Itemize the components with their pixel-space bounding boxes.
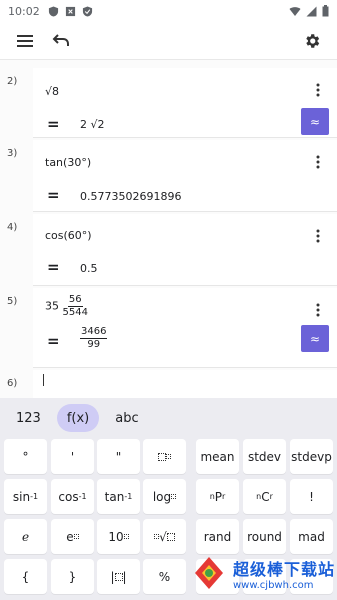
status-bar: 10:02 [0,0,337,22]
entry-4: 4) cos(60°) = 0.5 [0,214,337,286]
entry-result: 0.5773502691896 [80,190,182,203]
tab-123[interactable]: 123 [6,404,51,432]
key-mean[interactable]: mean [196,439,239,474]
entry-card[interactable] [33,140,337,212]
tab-abc[interactable]: abc [105,404,148,432]
menu-button[interactable] [10,26,40,56]
key-right-brace[interactable]: } [51,559,94,594]
key-arccos[interactable]: cos -1 [51,479,94,514]
key-rand[interactable]: rand [196,519,239,554]
result-fraction: 3466 99 [80,326,108,351]
key-percent[interactable]: % [143,559,186,594]
key-mad[interactable]: mad [290,519,333,554]
entry-number: 6) [7,378,18,389]
key-abs[interactable]: | | [97,559,140,594]
key-stdev[interactable]: stdev [243,439,286,474]
more-options-button[interactable] [311,152,325,172]
entry-number: 3) [7,148,18,159]
entry-5: 5) 35 56 5544 = 3466 99 ≈ [0,288,337,368]
entry-result: 0.5 [80,262,98,275]
mixed-whole: 35 [45,299,59,313]
entry-3: 3) tan(30°) = 0.5773502691896 [0,140,337,212]
entry-expression[interactable]: tan(30°) [45,156,91,169]
equals-sign: = [47,115,60,133]
media-icon [65,6,75,16]
entry-expression[interactable]: √8 [45,85,59,98]
shield-check-icon [82,5,92,17]
fraction-denominator: 99 [87,339,101,350]
watermark-title: 超级棒下载站 [233,559,336,579]
entry-number: 5) [7,296,18,307]
more-vert-icon [316,229,320,243]
entry-card[interactable] [33,214,337,286]
more-vert-icon [316,83,320,97]
expression-list[interactable]: 2) √8 = 2 √2 ≈ 3) tan(30°) = 0.577350269… [0,60,337,398]
entry-number: 4) [7,222,18,233]
tab-fx[interactable]: f(x) [56,404,100,432]
key-permutation[interactable]: nPr [196,479,239,514]
wifi-icon [289,6,301,16]
more-options-button[interactable] [311,226,325,246]
key-stdevp[interactable]: stdevp [290,439,333,474]
input-line[interactable] [33,370,337,398]
gear-icon [306,33,320,48]
entry-expression[interactable]: 35 56 5544 [45,294,88,319]
watermark-logo-icon [195,557,223,589]
key-nth-root[interactable]: √ [143,519,186,554]
more-options-button[interactable] [311,300,325,320]
equals-sign: = [47,186,60,204]
keyboard-tabs: 123 f(x) abc [0,398,337,438]
fraction-denominator: 5544 [62,307,88,318]
app-bar [0,22,337,60]
key-euler[interactable]: e [4,519,47,554]
entry-result: 2 √2 [80,118,105,131]
key-exp[interactable]: e [51,519,94,554]
approx-button[interactable]: ≈ [301,108,329,135]
key-second[interactable]: " [97,439,140,474]
settings-button[interactable] [297,26,327,56]
equals-sign: = [47,258,60,276]
fraction-numerator: 56 [67,294,83,307]
battery-icon [322,5,329,17]
entry-number: 2) [7,76,18,87]
entry-expression[interactable]: cos(60°) [45,229,92,242]
key-round[interactable]: round [243,519,286,554]
signal-icon [306,6,317,16]
undo-button[interactable] [46,26,76,56]
status-time: 10:02 [8,4,40,18]
key-combination[interactable]: nCr [243,479,286,514]
key-arctan[interactable]: tan -1 [97,479,140,514]
more-options-button[interactable] [311,80,325,100]
key-log-base[interactable]: log [143,479,186,514]
key-minute[interactable]: ' [51,439,94,474]
entry-card[interactable] [33,68,337,138]
entry-result: 3466 99 [80,326,108,351]
equals-sign: = [47,332,60,350]
hamburger-icon [17,34,33,47]
key-arcsin[interactable]: sin -1 [4,479,47,514]
key-pow10[interactable]: 10 [97,519,140,554]
shield-icon [48,5,58,17]
undo-icon [52,33,69,46]
entry-2: 2) √8 = 2 √2 ≈ [0,68,337,138]
text-cursor [43,374,44,386]
more-vert-icon [316,303,320,317]
more-vert-icon [316,155,320,169]
watermark: 超级棒下载站 www.cjbwh.com [189,551,337,595]
key-subscript[interactable] [143,439,186,474]
key-left-brace[interactable]: { [4,559,47,594]
approx-button[interactable]: ≈ [301,325,329,352]
mixed-fraction: 56 5544 [63,294,88,319]
entry-6: 6) [0,370,337,398]
key-factorial[interactable]: ! [290,479,333,514]
watermark-url: www.cjbwh.com [233,579,314,591]
fraction-numerator: 3466 [80,326,108,339]
key-degree[interactable]: ° [4,439,47,474]
